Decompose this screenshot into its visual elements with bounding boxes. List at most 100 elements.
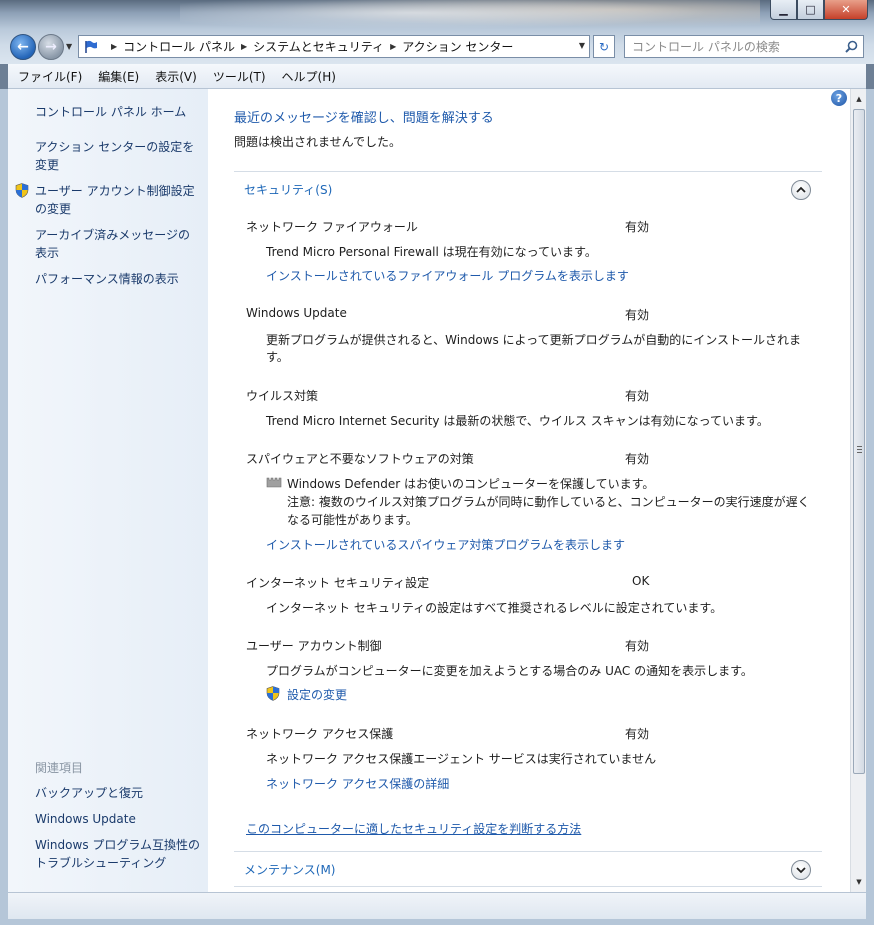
window-frame-bottom [0,919,874,925]
internet-security-status: OK [632,574,650,588]
chevron-down-icon [796,863,806,877]
sidebar-link-action-center-settings[interactable]: アクション センターの設定を 変更 [35,138,205,174]
search-placeholder: コントロール パネルの検索 [632,40,780,54]
nap-details-link[interactable]: ネットワーク アクセス保護の詳細 [266,775,449,792]
sidebar-link-uac-settings[interactable]: ユーザー アカウント制御設定 の変更 [35,182,205,218]
arrow-left-icon: ← [17,39,29,55]
antivirus-status: 有効 [625,389,650,403]
chevron-right-icon: ▶ [111,42,118,51]
collapse-security-button[interactable] [791,180,811,200]
breadcrumb-action-center[interactable]: アクション センター [402,38,513,55]
window-frame-right [866,89,874,925]
sidebar-link-archived-messages[interactable]: アーカイブ済みメッセージの 表示 [35,226,205,262]
breadcrumb-control-panel[interactable]: コントロール パネル [123,38,235,55]
windows-update-description-cont: す。 [266,350,289,364]
forward-button[interactable]: → [38,34,64,60]
spyware-warning-cont: なる可能性があります。 [287,513,418,527]
internet-security-title: インターネット セキュリティ設定 [246,576,430,590]
antispyware-programs-link[interactable]: インストールされているスパイウェア対策プログラムを表示します [266,536,625,553]
flag-icon [83,40,99,54]
navigation-bar: ← → ▼ ▶ コントロール パネル ▶ システムとセキュリティ ▶ アクション… [0,30,874,64]
firewall-description: Trend Micro Personal Firewall は現在有効になってい… [266,245,597,259]
menu-bar: ファイル(F) 編集(E) 表示(V) ツール(T) ヘルプ(H) [8,64,866,89]
uac-status: 有効 [625,639,650,653]
sidebar-link-backup-restore[interactable]: バックアップと復元 [35,784,205,802]
maximize-button[interactable]: □ [797,0,824,20]
search-input[interactable]: コントロール パネルの検索 [624,35,864,58]
antivirus-title: ウイルス対策 [246,389,319,403]
divider [234,171,822,172]
address-bar[interactable]: ▶ コントロール パネル ▶ システムとセキュリティ ▶ アクション センター … [78,35,590,58]
windows-update-title: Windows Update [246,306,347,320]
scroll-down-icon[interactable]: ▼ [854,878,864,888]
nap-status: 有効 [625,727,650,741]
status-bar [8,892,866,919]
windows-update-status: 有効 [625,308,650,322]
maintenance-section-header[interactable]: メンテナンス(M) [244,861,335,878]
spyware-warning: 注意: 複数のウイルス対策プログラムが同時に動作していると、コンピューターの実行… [287,495,810,509]
firewall-title: ネットワーク ファイアウォール [246,220,418,234]
refresh-button[interactable]: ↻ [593,35,615,58]
scroll-up-icon[interactable]: ▲ [854,95,864,105]
antivirus-description: Trend Micro Internet Security は最新の状態で、ウイ… [266,414,769,428]
arrow-right-icon: → [45,39,57,55]
main-content: 最近のメッセージを確認し、問題を解決する 問題は検出されませんでした。 セキュリ… [208,89,850,892]
menu-tools[interactable]: ツール(T) [205,68,274,85]
chevron-up-icon [796,183,806,197]
sidebar-link-compat-troubleshooting[interactable]: Windows プログラム互換性の トラブルシューティング [35,836,205,872]
close-button[interactable]: ✕ [824,0,868,20]
scrollbar-thumb[interactable] [853,109,865,774]
menu-view[interactable]: 表示(V) [147,68,205,85]
minimize-button[interactable]: ▁ [770,0,797,20]
vertical-scrollbar[interactable]: ▲ ▼ [850,89,866,892]
nap-title: ネットワーク アクセス保護 [246,727,394,741]
sidebar-link-line: 表示 [35,246,60,260]
spyware-title: スパイウェアと不要なソフトウェアの対策 [246,452,474,466]
castle-icon [266,475,282,491]
scrollbar-grip-icon [857,446,862,453]
sidebar: コントロール パネル ホーム アクション センターの設定を 変更 ユーザー アカ… [8,89,208,892]
uac-description: プログラムがコンピューターに変更を加えようとする場合のみ UAC の通知を表示し… [266,664,753,678]
spyware-status: 有効 [625,452,650,466]
spyware-description: Windows Defender はお使いのコンピューターを保護しています。 [287,477,655,491]
divider [234,886,822,887]
sidebar-link-line: 変更 [35,158,60,172]
sidebar-link-line: アーカイブ済みメッセージの [35,228,191,242]
recent-pages-dropdown[interactable]: ▼ [66,42,72,51]
firewall-status: 有効 [625,220,650,234]
sidebar-link-line: の変更 [35,202,72,216]
divider [234,851,822,852]
sidebar-link-line: アクション センターの設定を [35,140,195,154]
menu-edit[interactable]: 編集(E) [90,68,147,85]
no-problems-text: 問題は検出されませんでした。 [234,135,402,149]
breadcrumb-system-security[interactable]: システムとセキュリティ [253,38,384,55]
uac-shield-icon [15,183,29,201]
sidebar-link-line: ユーザー アカウント制御設定 [35,184,195,198]
sidebar-link-line: Windows プログラム互換性の [35,838,201,852]
expand-maintenance-button[interactable] [791,860,811,880]
menu-file[interactable]: ファイル(F) [10,68,90,85]
security-settings-help-link[interactable]: このコンピューターに適したセキュリティ設定を判断する方法 [246,820,581,837]
back-button[interactable]: ← [10,34,36,60]
sidebar-link-performance-info[interactable]: パフォーマンス情報の表示 [35,270,205,288]
question-icon: ? [835,91,843,105]
help-button[interactable]: ? [831,90,847,106]
sidebar-link-control-panel-home[interactable]: コントロール パネル ホーム [35,103,205,121]
uac-change-settings-link[interactable]: 設定の変更 [287,686,347,703]
search-icon [845,40,858,56]
chevron-right-icon[interactable]: ▶ [241,42,247,51]
shield-icon [266,686,280,704]
security-section-header[interactable]: セキュリティ(S) [244,181,332,198]
chevron-right-icon[interactable]: ▶ [390,42,396,51]
firewall-programs-link[interactable]: インストールされているファイアウォール プログラムを表示します [266,267,629,284]
window-frame-left [0,89,8,925]
nap-description: ネットワーク アクセス保護エージェント サービスは実行されていません [266,752,657,766]
sidebar-link-windows-update[interactable]: Windows Update [35,810,205,828]
menu-help[interactable]: ヘルプ(H) [274,68,344,85]
window-controls: ▁ □ ✕ [770,0,868,20]
refresh-icon: ↻ [598,39,610,54]
chevron-down-icon[interactable]: ▼ [579,41,585,50]
uac-title: ユーザー アカウント制御 [246,639,382,653]
internet-security-description: インターネット セキュリティの設定はすべて推奨されるレベルに設定されています。 [266,601,723,615]
sidebar-link-line: トラブルシューティング [35,856,167,870]
